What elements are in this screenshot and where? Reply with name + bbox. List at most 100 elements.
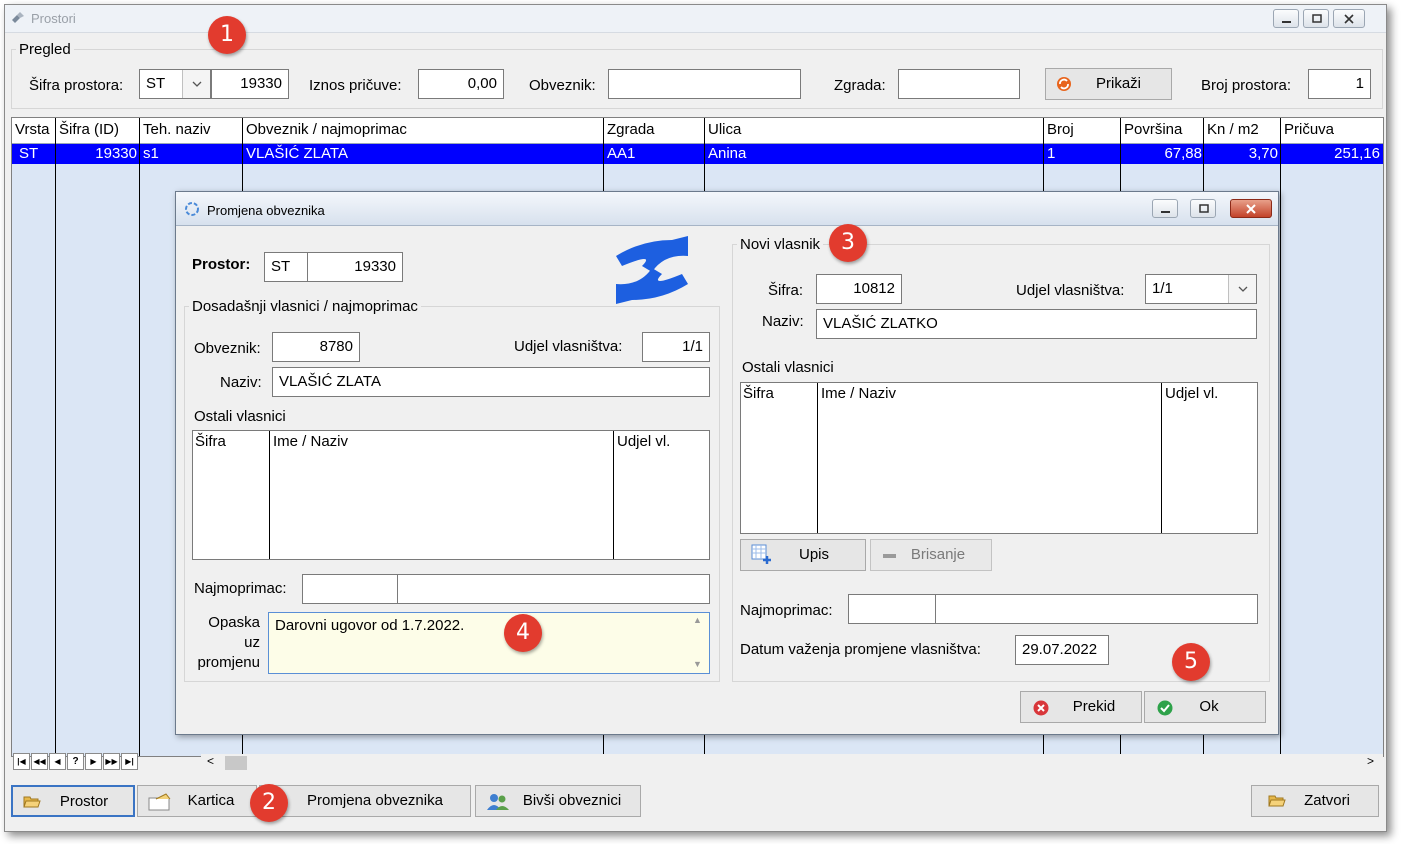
maximize-icon [1199,204,1209,213]
prostor-prefix-field: ST [264,252,308,282]
card-icon [148,793,171,811]
col-header-ime[interactable]: Ime / Naziv [273,433,348,450]
col-header-udjel[interactable]: Udjel vl. [617,433,670,450]
close-button[interactable] [1333,9,1365,28]
scroll-left-icon[interactable]: < [207,754,214,768]
opaska-label-1: Opaska [208,614,260,631]
scroll-up-icon[interactable]: ▲ [693,615,702,625]
datum-label: Datum važenja promjene vlasništva: [740,641,981,658]
naziv-label: Naziv: [762,313,804,330]
old-ostali-grid[interactable]: Šifra Ime / Naziv Udjel vl. [192,430,710,560]
col-header-ulica[interactable]: Ulica [705,118,742,142]
last-record-icon[interactable]: ▶| [121,753,138,770]
prostor-button[interactable]: Prostor [11,785,135,817]
first-record-icon[interactable]: |◀ [13,753,30,770]
checkmark-icon [1157,700,1173,716]
prikazi-button[interactable]: Prikaži [1045,68,1172,100]
opaska-textarea[interactable]: Darovni ugovor od 1.7.2022. ▲ ▼ [268,612,710,674]
prev-record-icon[interactable]: ◀ [49,753,66,770]
bivsi-obveznici-button[interactable]: Bivši obveznici [475,785,641,817]
col-header-povrsina[interactable]: Površina [1121,118,1183,142]
new-udjel-combo[interactable]: 1/1 [1145,274,1257,304]
col-header-teh-naziv[interactable]: Teh. naziv [140,118,211,142]
sifra-label: Šifra prostora: [29,77,124,94]
old-udjel-field[interactable]: 1/1 [642,332,710,362]
close-icon [1246,204,1256,214]
upis-button[interactable]: Upis [740,539,866,571]
cell-teh-naziv: s1 [143,145,159,162]
sifra-prefix-combo[interactable]: ST [139,69,211,99]
col-divider [613,431,614,559]
zatvori-button[interactable]: Zatvori [1251,785,1379,817]
col-header-sifra[interactable]: Šifra (ID) [56,118,119,142]
combo-arrow-button[interactable] [182,70,210,98]
combo-arrow-button[interactable] [1228,275,1256,303]
promjena-obveznika-button[interactable]: Promjena obveznika [259,785,471,817]
new-najmoprimac-name[interactable] [935,594,1258,624]
cell-kn-m2: 3,70 [1248,145,1278,162]
main-window: Prostori Pregled Šifra prostora: ST 1933… [4,4,1387,832]
scrollbar-thumb[interactable] [225,756,247,770]
old-najmoprimac-name[interactable] [397,574,710,604]
prekid-label: Prekid [1072,698,1116,715]
dialog-close-button[interactable] [1230,199,1272,218]
col-header-vrsta[interactable]: Vrsta [12,118,50,142]
scroll-right-icon[interactable]: > [1367,754,1374,768]
col-header-ime[interactable]: Ime / Naziv [821,385,896,402]
new-najmoprimac-code[interactable] [848,594,936,624]
prev-page-icon[interactable]: ◀◀ [31,753,48,770]
minus-icon [883,554,896,558]
obveznik-input[interactable] [608,69,801,99]
prostor-field: 19330 [307,252,403,282]
cell-sifra: 19330 [95,145,137,162]
col-header-zgrada[interactable]: Zgrada [604,118,655,142]
maximize-button[interactable] [1303,9,1329,28]
ok-button[interactable]: Ok [1144,691,1266,723]
datum-field[interactable]: 29.07.2022 [1015,635,1109,665]
new-naziv-field[interactable]: VLAŠIĆ ZLATKO [816,309,1257,339]
step-badge-4: 4 [504,614,542,652]
zgrada-input[interactable] [898,69,1020,99]
dialog-title-bar: Promjena obveznika [176,192,1278,226]
iznos-input[interactable]: 0,00 [418,69,504,99]
minimize-button[interactable] [1273,9,1299,28]
prekid-button[interactable]: Prekid [1020,691,1142,723]
kartica-button[interactable]: Kartica [137,785,257,817]
old-naziv-field[interactable]: VLAŠIĆ ZLATA [272,367,710,397]
udjel-label: Udjel vlasništva: [1016,282,1125,299]
ok-label: Ok [1199,698,1219,715]
col-header-sifra[interactable]: Šifra [195,433,226,450]
dialog-maximize-button[interactable] [1190,199,1216,218]
col-header-obveznik[interactable]: Obveznik / najmoprimac [243,118,407,142]
scroll-down-icon[interactable]: ▼ [693,659,702,669]
col-header-udjel[interactable]: Udjel vl. [1165,385,1218,402]
old-najmoprimac-code[interactable] [302,574,398,604]
folder-open-icon [23,796,41,808]
col-header-pricuva[interactable]: Pričuva [1281,118,1335,142]
step-badge-2: 2 [250,784,288,822]
next-record-icon[interactable]: ▶ [85,753,102,770]
new-sifra-field[interactable]: 10812 [816,274,902,304]
col-header-broj[interactable]: Broj [1044,118,1074,142]
brisanje-button[interactable]: Brisanje [870,539,992,571]
col-header-kn-m2[interactable]: Kn / m2 [1204,118,1259,142]
folder-close-icon [1268,795,1286,807]
promjena-obveznika-dialog: Promjena obveznika Prostor: ST 19330 Dos… [175,191,1279,735]
sifra-input[interactable]: 19330 [211,69,289,99]
col-header-sifra[interactable]: Šifra [743,385,774,402]
new-ostali-grid[interactable]: Šifra Ime / Naziv Udjel vl. [740,382,1258,534]
dialog-minimize-button[interactable] [1152,199,1178,218]
cell-vrsta: ST [19,145,39,162]
cancel-icon [1033,700,1049,716]
obveznik-label: Obveznik: [194,340,261,357]
najmoprimac-label: Najmoprimac: [740,602,833,619]
old-obveznik-field[interactable]: 8780 [272,332,360,362]
horizontal-scrollbar[interactable]: < > [201,754,1383,772]
old-owners-legend: Dosadašnji vlasnici / najmoprimac [192,298,418,315]
next-page-icon[interactable]: ▶▶ [103,753,120,770]
new-udjel-value: 1/1 [1152,280,1173,297]
prostor-label: Prostor: [192,256,251,273]
iznos-label: Iznos pričuve: [309,77,402,94]
spinner-icon [185,202,199,216]
search-record-icon[interactable]: ? [67,753,84,770]
